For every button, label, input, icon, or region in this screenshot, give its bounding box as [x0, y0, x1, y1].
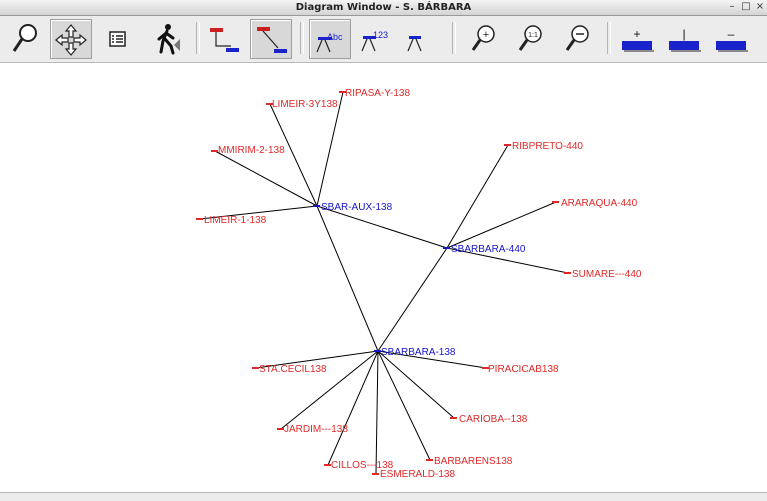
leaf-bus-label[interactable]: MMIRIM-2-138 [218, 145, 285, 156]
leaf-bus-bus-marker[interactable] [552, 201, 559, 203]
leaf-bus-label[interactable]: STA.CECIL138 [259, 364, 327, 375]
leaf-bus-label[interactable]: SUMARE---440 [572, 269, 642, 280]
minus-bar-icon: – [716, 27, 748, 52]
plus-glyph: + [483, 29, 489, 41]
leaf-bus-label[interactable]: LIMEIR-3Y138 [272, 99, 338, 110]
label-123-icon: 123 [361, 30, 388, 52]
hub-bus-label[interactable]: SBARBARA-440 [451, 244, 526, 255]
zoom-out-button[interactable] [557, 19, 599, 59]
leaf-bus-bus-marker[interactable] [426, 459, 433, 461]
leaf-bus-label[interactable]: BARBARENS138 [434, 456, 513, 467]
maximize-button[interactable]: □ [741, 2, 751, 12]
bus-orthogonal-button[interactable] [205, 19, 247, 59]
leaf-bus-label[interactable]: ARARAQUA-440 [561, 198, 638, 209]
toolbar: Abc 123 + 1:1 + | – [0, 16, 767, 63]
leaf-bus-bus-marker[interactable] [450, 417, 457, 419]
label-123-glyph: 123 [373, 30, 388, 40]
bus-orthogonal-icon [210, 28, 239, 52]
network-diagram[interactable]: LIMEIR-3Y138 RIPASA-Y-138 MMIRIM-2-138 LIME… [0, 63, 767, 496]
walking-person-icon [157, 24, 180, 55]
increase-button[interactable]: + [616, 19, 658, 59]
hub-bus-label[interactable]: SBAR-AUX-138 [321, 202, 393, 213]
label-abc-glyph: Abc [327, 32, 343, 42]
plus-bar-glyph: + [633, 27, 640, 41]
leaf-bus-label[interactable]: RIPASA-Y-138 [345, 88, 410, 99]
connection-line [446, 144, 509, 249]
hub-bus-bus-marker[interactable] [374, 350, 381, 352]
title-bar[interactable]: Diagram Window - S. BÁRBARA – □ × [0, 0, 767, 16]
hub-bus-bus-marker[interactable] [443, 247, 450, 249]
leaf-bus-bus-marker[interactable] [211, 150, 218, 152]
one-to-one-glyph: 1:1 [528, 32, 538, 39]
magnifier-icon [12, 24, 37, 52]
zoom-fit-button[interactable]: 1:1 [510, 19, 552, 59]
pan-button[interactable] [50, 19, 92, 59]
leaf-bus-label[interactable]: RIBPRETO-440 [512, 141, 583, 152]
plus-bar-icon: + [622, 27, 654, 52]
walk-button[interactable] [147, 19, 189, 59]
zoom-out-icon [565, 25, 589, 51]
label-none-icon [407, 36, 422, 52]
move-arrows-icon [55, 24, 87, 56]
zoom-in-button[interactable]: + [463, 19, 505, 59]
list-button[interactable] [97, 19, 139, 59]
leaf-bus-label[interactable]: PIRACICAB138 [488, 364, 559, 375]
label-number-button[interactable]: 123 [355, 19, 397, 59]
connection-line [316, 205, 379, 352]
label-none-button[interactable] [397, 19, 439, 59]
close-button[interactable]: × [755, 2, 765, 12]
normal-button[interactable]: | [664, 19, 706, 59]
window-title: Diagram Window - S. BÁRBARA [295, 2, 472, 13]
leaf-bus-label[interactable]: ESMERALD-138 [380, 469, 455, 480]
toolbar-separator [607, 22, 611, 54]
hub-bus-label[interactable]: SBARBARA-138 [381, 347, 456, 358]
hub-bus-bus-marker[interactable] [313, 205, 320, 207]
minus-bar-glyph: – [728, 27, 735, 41]
pipe-bar-glyph: | [682, 27, 685, 41]
leaf-bus-label[interactable]: JARDIM---138 [284, 424, 348, 435]
pipe-bar-icon: | [669, 27, 701, 52]
connection-line [327, 350, 379, 466]
leaf-bus-bus-marker[interactable] [324, 464, 331, 466]
leaf-bus-bus-marker[interactable] [504, 144, 511, 146]
diagram-canvas[interactable]: LIMEIR-3Y138 RIPASA-Y-138 MMIRIM-2-138 LIME… [0, 63, 767, 496]
bus-diagonal-button[interactable] [250, 19, 292, 59]
leaf-bus-label[interactable]: LIMEIR-1-138 [204, 215, 267, 226]
leaf-bus-bus-marker[interactable] [277, 428, 284, 430]
zoom-in-icon: + [471, 25, 495, 51]
leaf-bus-label[interactable]: CARIOBA--138 [459, 414, 528, 425]
connection-line [377, 247, 448, 352]
connection-line [214, 150, 318, 207]
leaf-bus-bus-marker[interactable] [564, 272, 571, 274]
label-text-button[interactable]: Abc [309, 19, 351, 59]
leaf-bus-bus-marker[interactable] [196, 218, 203, 220]
minimize-button[interactable]: – [727, 2, 737, 12]
bus-diagonal-icon [257, 27, 287, 53]
connection-line [375, 350, 379, 475]
zoom-search-button[interactable] [5, 19, 47, 59]
leaf-bus-bus-marker[interactable] [252, 367, 259, 369]
toolbar-separator [300, 22, 304, 54]
leaf-bus-bus-marker[interactable] [372, 473, 379, 475]
toolbar-separator [196, 22, 200, 54]
connection-line [446, 201, 557, 249]
list-icon [109, 31, 126, 47]
toolbar-separator [452, 22, 456, 54]
connection-line [377, 350, 431, 461]
zoom-1to1-icon: 1:1 [518, 25, 542, 51]
decrease-button[interactable]: – [711, 19, 753, 59]
label-abc-icon: Abc [316, 32, 343, 53]
